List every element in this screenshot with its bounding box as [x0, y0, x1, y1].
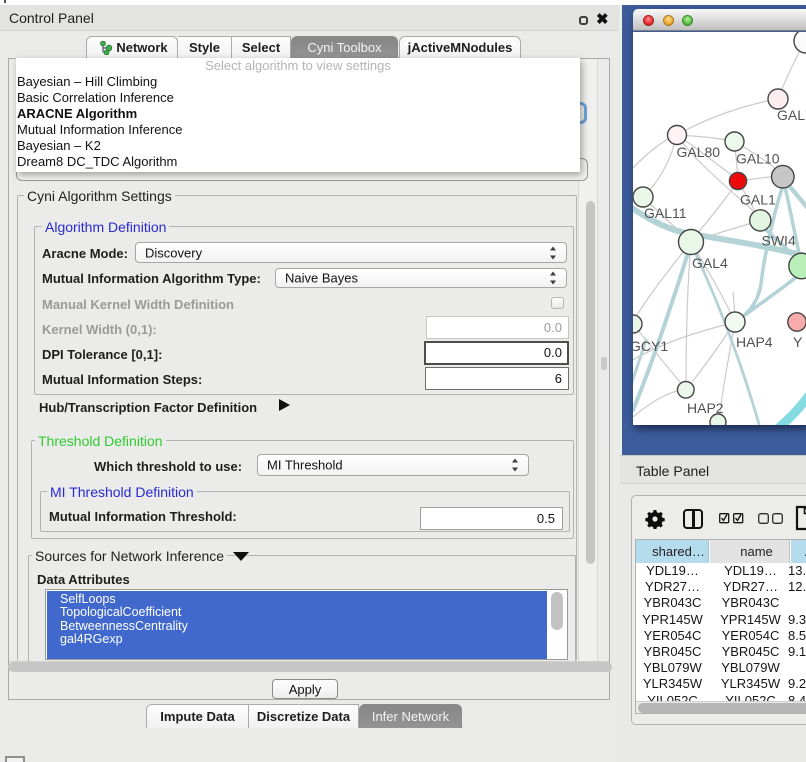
svg-text:GAL1: GAL1 — [740, 192, 776, 208]
svg-text:GAL4: GAL4 — [692, 255, 728, 271]
svg-text:GAL7: GAL7 — [777, 107, 806, 123]
svg-text:GCY1: GCY1 — [633, 338, 668, 354]
svg-text:HAP4: HAP4 — [736, 334, 773, 350]
svg-text:GAL80: GAL80 — [677, 144, 721, 160]
svg-text:GAL10: GAL10 — [736, 151, 780, 167]
svg-text:SWI4: SWI4 — [762, 233, 796, 249]
svg-text:Y: Y — [793, 334, 803, 350]
svg-text:HAP2: HAP2 — [687, 400, 724, 416]
svg-text:GAL11: GAL11 — [644, 205, 687, 221]
